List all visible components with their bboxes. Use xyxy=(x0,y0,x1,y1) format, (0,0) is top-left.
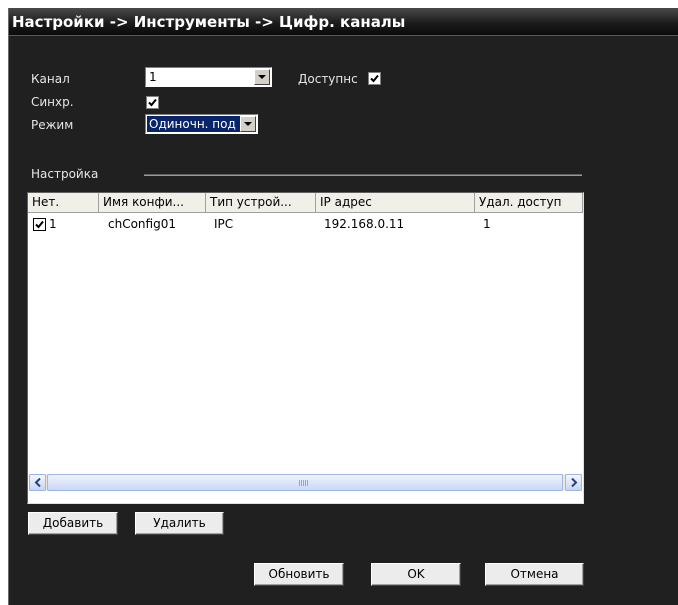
mode-select[interactable]: Одиночн. под xyxy=(145,114,258,134)
table-row[interactable]: 1 chConfig01 IPC 192.168.0.11 1 xyxy=(28,216,583,234)
column-header-config-name[interactable]: Имя конфи... xyxy=(99,193,206,213)
scroll-left-icon xyxy=(34,478,41,487)
table-header: Нет. Имя конфи... Тип устрой... IP адрес… xyxy=(28,193,583,213)
available-label: Доступнс xyxy=(298,72,358,86)
row-config-name: chConfig01 xyxy=(108,217,176,231)
scroll-right-button[interactable] xyxy=(565,474,582,491)
check-icon xyxy=(370,74,379,83)
check-icon xyxy=(148,98,157,107)
column-header-num[interactable]: Нет. xyxy=(28,193,99,213)
check-icon xyxy=(35,220,44,229)
scroll-left-button[interactable] xyxy=(29,474,46,491)
scroll-right-icon xyxy=(571,478,578,487)
mode-label: Режим xyxy=(31,118,74,132)
row-checkbox[interactable] xyxy=(33,218,46,231)
window-title: Настройки -> Инструменты -> Цифр. каналы xyxy=(12,13,406,31)
channel-value: 1 xyxy=(149,70,157,84)
delete-button[interactable]: Удалить xyxy=(135,512,224,535)
mode-dropdown-button[interactable] xyxy=(240,116,256,132)
row-device-type: IPC xyxy=(214,217,234,231)
channel-table[interactable]: Нет. Имя конфи... Тип устрой... IP адрес… xyxy=(27,192,584,504)
channel-dropdown-button[interactable] xyxy=(254,69,270,85)
channel-select[interactable]: 1 xyxy=(145,67,272,87)
group-divider xyxy=(144,174,582,176)
ok-button[interactable]: OK xyxy=(371,563,461,586)
settings-group-label: Настройка xyxy=(31,167,99,181)
available-checkbox[interactable] xyxy=(368,72,381,85)
chevron-down-icon xyxy=(244,122,252,126)
horizontal-scrollbar[interactable] xyxy=(29,474,582,491)
scroll-grip xyxy=(299,480,309,486)
scroll-thumb[interactable] xyxy=(47,474,563,491)
refresh-button[interactable]: Обновить xyxy=(254,563,344,586)
add-button[interactable]: Добавить xyxy=(28,512,118,535)
chevron-down-icon xyxy=(258,75,266,79)
sync-label: Синхр. xyxy=(31,95,74,109)
row-num: 1 xyxy=(49,217,57,231)
title-bar: Настройки -> Инструменты -> Цифр. каналы xyxy=(9,8,678,36)
mode-value: Одиночн. под xyxy=(147,116,243,132)
digital-channels-dialog: Настройки -> Инструменты -> Цифр. каналы… xyxy=(8,8,678,605)
column-header-ip-address[interactable]: IP адрес xyxy=(316,193,475,213)
sync-checkbox[interactable] xyxy=(146,96,159,109)
row-remote-access: 1 xyxy=(483,217,491,231)
column-header-device-type[interactable]: Тип устрой... xyxy=(206,193,316,213)
channel-label: Канал xyxy=(31,72,70,86)
column-header-remote-access[interactable]: Удал. доступ xyxy=(475,193,583,213)
row-ip-address: 192.168.0.11 xyxy=(324,217,405,231)
cancel-button[interactable]: Отмена xyxy=(485,563,584,586)
